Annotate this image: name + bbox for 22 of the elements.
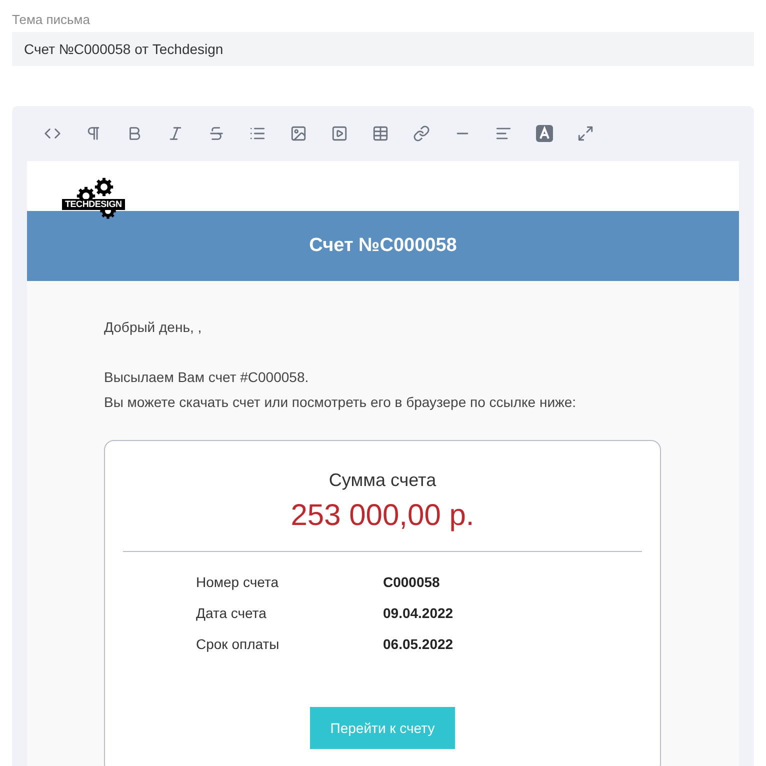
video-icon[interactable] [330, 124, 348, 142]
subject-field[interactable]: Счет №C000058 от Techdesign [12, 32, 754, 66]
amount-value: 253 000,00 р. [290, 498, 476, 534]
detail-value: C000058 [383, 573, 440, 592]
logo-text: TECHDESIGN [62, 199, 125, 210]
detail-value: 09.04.2022 [383, 604, 454, 623]
detail-label: Дата счета [196, 604, 268, 623]
detail-label: Срок оплаты [196, 635, 280, 654]
text-color-icon[interactable] [536, 124, 552, 142]
header-title: Счет №C000058 [309, 234, 457, 258]
detail-label: Номер счета [196, 573, 280, 592]
table-icon[interactable] [372, 124, 388, 142]
body-text: Вы можете скачать счет или посмотреть его в браузере по ссылке ниже: [104, 393, 578, 412]
link-icon[interactable] [412, 124, 430, 142]
strikethrough-icon[interactable] [208, 124, 224, 142]
amount-label: Сумма счета [328, 469, 438, 492]
subject-label: Тема письма [12, 12, 91, 28]
image-icon[interactable] [290, 124, 306, 142]
body-text: Высылаем Вам счет #C000058. [104, 368, 310, 387]
detail-value: 06.05.2022 [383, 635, 454, 654]
fullscreen-icon[interactable] [576, 124, 594, 142]
body-text: Добрый день, , [104, 318, 203, 337]
